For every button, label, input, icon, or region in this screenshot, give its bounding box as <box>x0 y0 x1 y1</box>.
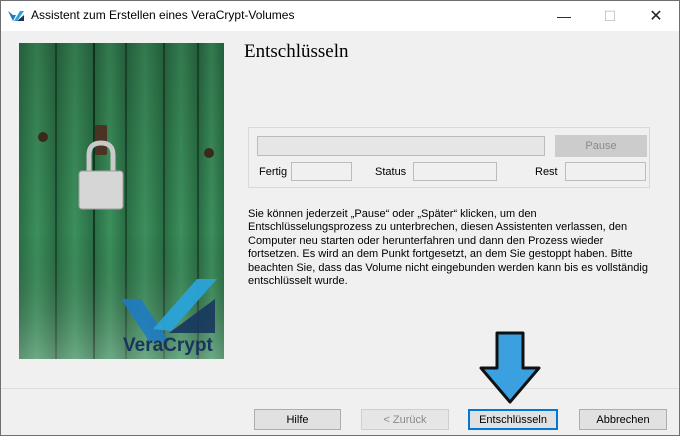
decrypt-button[interactable]: Entschlüsseln <box>468 409 558 430</box>
wizard-content: VeraCrypt Entschlüsseln Pause Fertig Sta… <box>1 31 679 435</box>
help-button[interactable]: Hilfe <box>254 409 341 430</box>
rest-label: Rest <box>535 166 558 178</box>
close-button[interactable]: ✕ <box>633 1 679 31</box>
done-label: Fertig <box>259 166 288 178</box>
button-separator <box>1 388 679 389</box>
status-value-field <box>413 162 497 181</box>
minimize-button[interactable]: — <box>541 1 587 31</box>
done-value-field <box>291 162 352 181</box>
window-title: Assistent zum Erstellen eines VeraCrypt-… <box>31 8 295 22</box>
down-arrow-icon <box>479 331 541 404</box>
page-title: Entschlüsseln <box>244 41 349 62</box>
title-bar[interactable]: Assistent zum Erstellen eines VeraCrypt-… <box>1 1 679 31</box>
description-text: Sie können jederzeit „Pause“ oder „Späte… <box>248 208 648 288</box>
rest-value-field <box>565 162 646 181</box>
wizard-side-image: VeraCrypt <box>19 43 224 359</box>
veracrypt-app-icon <box>8 11 24 21</box>
back-button[interactable]: < Zurück <box>361 409 449 430</box>
progress-group: Pause Fertig Status Rest <box>248 127 650 188</box>
maximize-button[interactable]: ☐ <box>587 1 633 31</box>
decryption-progress-bar <box>257 136 545 156</box>
pause-button[interactable]: Pause <box>555 135 647 157</box>
status-label: Status <box>375 166 407 178</box>
veracrypt-logo-text: VeraCrypt <box>123 335 213 356</box>
wizard-window: Assistent zum Erstellen eines VeraCrypt-… <box>0 0 680 436</box>
cancel-button[interactable]: Abbrechen <box>579 409 667 430</box>
